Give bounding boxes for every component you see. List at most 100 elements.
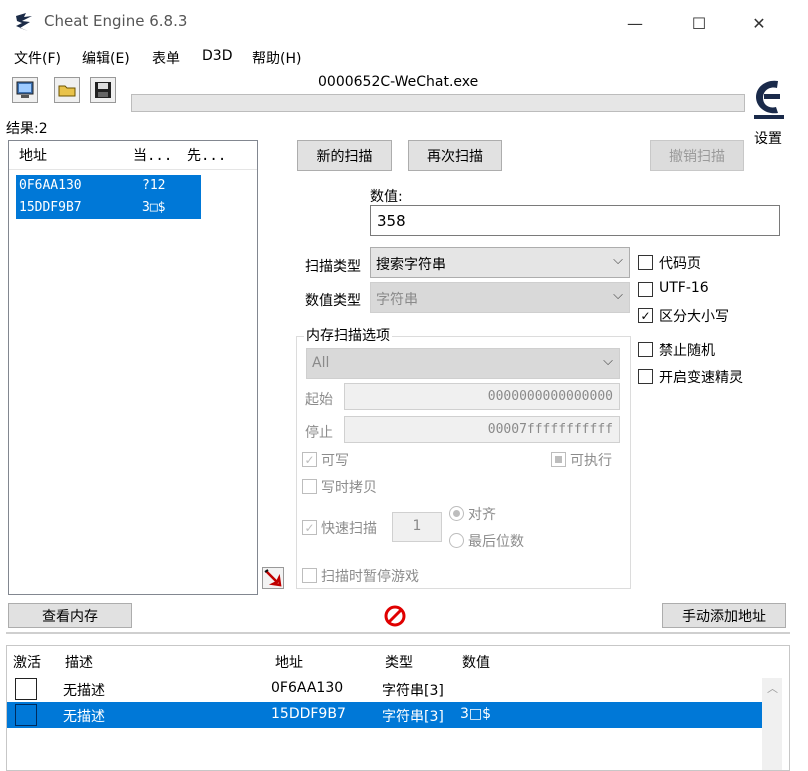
column-header-previous[interactable]: 先... (187, 145, 226, 165)
scroll-up-icon[interactable]: ︿ (767, 680, 778, 696)
found-address-list[interactable]: 地址 当... 先... 0F6AA130 ?12 15DDF9B7 3□$ (8, 140, 258, 595)
undo-scan-button[interactable]: 撤销扫描 (650, 140, 744, 171)
close-button[interactable]: ✕ (736, 6, 782, 40)
result-value: ?12 (142, 178, 166, 193)
chevron-down-icon: ⌵ (613, 288, 623, 303)
cheat-engine-logo-icon[interactable] (752, 77, 786, 121)
table-row[interactable]: 无描述 15DDF9B7 字符串[3] 3□$ (7, 702, 764, 728)
menu-table[interactable]: 表单 (152, 48, 180, 68)
new-scan-button[interactable]: 新的扫描 (297, 140, 392, 171)
result-row[interactable]: 0F6AA130 ?12 (16, 175, 201, 197)
start-address-field[interactable]: 0000000000000000 (344, 383, 620, 410)
select-address-arrow-button[interactable] (262, 567, 284, 589)
memory-region-select[interactable]: All ⌵ (306, 348, 620, 379)
row-value: 3□$ (460, 706, 492, 722)
next-scan-button[interactable]: 再次扫描 (408, 140, 502, 171)
row-address: 0F6AA130 (271, 680, 344, 696)
folder-icon (58, 85, 76, 97)
fast-scan-value-field[interactable]: 1 (392, 512, 442, 542)
cheat-engine-app-icon (14, 12, 36, 32)
floppy-disk-icon (95, 82, 111, 98)
result-address: 0F6AA130 (19, 178, 82, 193)
chevron-down-icon: ⌵ (613, 253, 623, 268)
result-value: 3□$ (142, 200, 166, 215)
process-title: 0000652C-WeChat.exe (318, 74, 479, 90)
case-sensitive-label: 区分大小写 (659, 309, 729, 325)
result-address: 15DDF9B7 (19, 200, 82, 215)
fast-scan-label: 快速扫描 (321, 521, 377, 537)
utf16-checkbox[interactable] (638, 282, 653, 297)
align-label: 对齐 (468, 507, 496, 523)
cheat-table[interactable]: 激活 描述 地址 类型 数值 无描述 0F6AA130 字符串[3] 无描述 1… (6, 645, 790, 771)
menu-help[interactable]: 帮助(H) (252, 48, 301, 68)
executable-checkbox[interactable] (551, 452, 566, 467)
no-random-checkbox[interactable] (638, 342, 653, 357)
open-process-button[interactable] (12, 77, 38, 103)
value-type-select[interactable]: 字符串 ⌵ (370, 282, 630, 313)
scan-type-label: 扫描类型 (305, 259, 361, 275)
active-checkbox[interactable] (15, 704, 37, 726)
value-type-selected: 字符串 (376, 292, 418, 308)
column-header-address[interactable]: 地址 (19, 145, 47, 165)
row-description: 无描述 (63, 709, 105, 725)
fast-scan-checkbox[interactable]: ✓ (302, 520, 317, 535)
column-header-description[interactable]: 描述 (65, 652, 93, 672)
value-label: 数值: (370, 189, 403, 205)
copy-on-write-checkbox[interactable] (302, 479, 317, 494)
writable-checkbox[interactable]: ✓ (302, 452, 317, 467)
stop-address-field[interactable]: 00007fffffffffff (344, 416, 620, 443)
column-header-current[interactable]: 当... (133, 145, 172, 165)
results-count: 结果:2 (6, 121, 48, 137)
menu-d3d[interactable]: D3D (202, 48, 232, 64)
utf16-label: UTF-16 (659, 280, 709, 296)
codepage-checkbox[interactable] (638, 255, 653, 270)
memory-scan-options-title: 内存扫描选项 (304, 325, 392, 345)
column-header-active[interactable]: 激活 (13, 652, 41, 672)
last-digits-label: 最后位数 (468, 534, 524, 550)
codepage-label: 代码页 (659, 256, 701, 272)
row-type: 字符串[3] (382, 683, 444, 699)
case-sensitive-checkbox[interactable]: ✓ (638, 308, 653, 323)
computer-icon (16, 81, 34, 98)
scan-type-selected: 搜索字符串 (376, 257, 446, 273)
last-digits-radio[interactable] (449, 533, 464, 548)
row-description: 无描述 (63, 683, 105, 699)
active-checkbox[interactable] (15, 678, 37, 700)
speedhack-checkbox[interactable] (638, 369, 653, 384)
row-type: 字符串[3] (382, 709, 444, 725)
minimize-button[interactable]: — (612, 6, 658, 40)
writable-label: 可写 (321, 453, 349, 469)
memory-region-selected: All (312, 355, 330, 371)
column-header-type[interactable]: 类型 (385, 652, 413, 672)
view-memory-button[interactable]: 查看内存 (8, 603, 132, 628)
window-title: Cheat Engine 6.8.3 (44, 12, 188, 30)
start-address-label: 起始 (305, 392, 333, 408)
splitter[interactable] (6, 632, 790, 634)
menu-file[interactable]: 文件(F) (14, 48, 61, 68)
value-input[interactable] (370, 205, 780, 236)
scan-type-select[interactable]: 搜索字符串 ⌵ (370, 247, 630, 278)
column-header-value[interactable]: 数值 (462, 652, 490, 672)
save-button[interactable] (90, 77, 116, 103)
align-radio[interactable] (449, 506, 464, 521)
stop-icon[interactable] (382, 603, 408, 629)
executable-label: 可执行 (570, 453, 612, 469)
add-address-manually-button[interactable]: 手动添加地址 (662, 603, 786, 628)
red-arrow-icon (264, 569, 282, 587)
column-header-address[interactable]: 地址 (275, 652, 303, 672)
result-row[interactable]: 15DDF9B7 3□$ (16, 197, 201, 219)
menu-edit[interactable]: 编辑(E) (82, 48, 130, 68)
settings-label[interactable]: 设置 (754, 128, 782, 148)
copy-on-write-label: 写时拷贝 (321, 480, 377, 496)
maximize-button[interactable]: ☐ (676, 6, 722, 40)
pause-game-checkbox[interactable] (302, 568, 317, 583)
scan-progress-bar (131, 94, 745, 112)
row-address: 15DDF9B7 (271, 706, 346, 722)
open-file-button[interactable] (54, 77, 80, 103)
value-type-label: 数值类型 (305, 293, 361, 309)
speedhack-label: 开启变速精灵 (659, 370, 743, 386)
chevron-down-icon: ⌵ (603, 354, 613, 369)
table-row[interactable]: 无描述 0F6AA130 字符串[3] (7, 676, 764, 702)
vertical-scrollbar[interactable]: ︿ (762, 678, 782, 770)
no-random-label: 禁止随机 (659, 343, 715, 359)
